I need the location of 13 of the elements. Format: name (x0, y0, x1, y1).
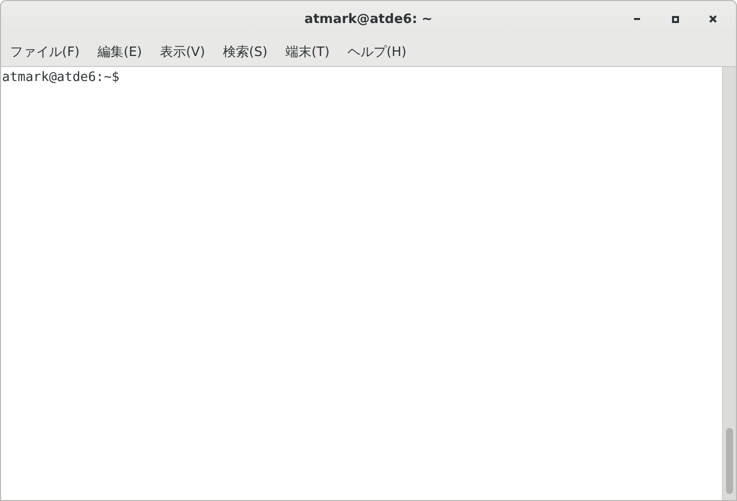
menu-item[interactable]: ヘルプ(H) (340, 38, 414, 64)
maximize-icon (672, 16, 678, 22)
menu-item[interactable]: 表示(V) (152, 38, 212, 64)
terminal-line: atmark@atde6:~$ (2, 70, 120, 85)
menu-item[interactable]: 検索(S) (216, 38, 274, 64)
menu-item[interactable]: 端末(T) (278, 38, 337, 64)
close-icon (709, 15, 717, 23)
scrollbar[interactable] (722, 67, 736, 500)
minimize-icon (634, 18, 640, 20)
menu-item[interactable]: ファイル(F) (3, 38, 87, 64)
scrollbar-thumb[interactable] (726, 428, 733, 494)
menu-item[interactable]: 編集(E) (90, 38, 149, 64)
window-title: atmark@atde6: ~ (304, 12, 433, 26)
